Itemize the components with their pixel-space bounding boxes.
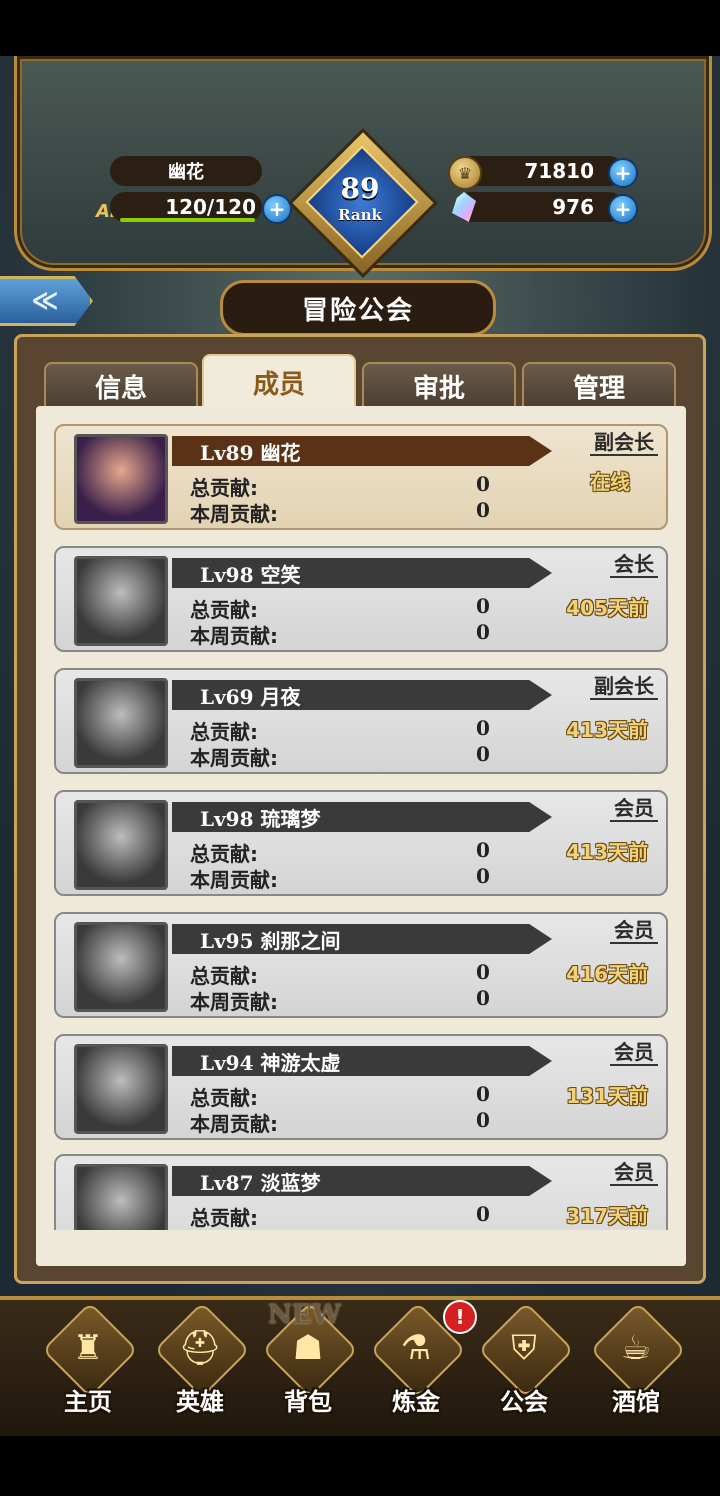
- tab-manage[interactable]: 管理: [522, 362, 676, 408]
- guild-shield-icon: ⛨: [511, 1328, 537, 1368]
- member-name: Lv87 淡蓝梦: [172, 1166, 552, 1196]
- total-contribution-value: 0: [476, 960, 490, 984]
- ap-bar: [120, 218, 255, 222]
- member-last-seen: 405天前: [566, 596, 648, 620]
- member-role: 会长: [610, 548, 658, 578]
- total-contribution-value: 0: [476, 472, 490, 496]
- list-bottom-fade: [36, 1230, 686, 1266]
- nav-label: 炼金: [392, 1388, 440, 1416]
- weekly-contribution-value: 0: [476, 1108, 490, 1132]
- total-contribution-label: 总贡献:: [190, 1086, 258, 1110]
- member-role: 会员: [610, 914, 658, 944]
- nav-tavern[interactable]: ☕ 酒馆: [586, 1301, 687, 1420]
- total-contribution-value: 0: [476, 594, 490, 618]
- nav-home[interactable]: ♜ 主页: [38, 1301, 139, 1420]
- nav-label: 背包: [284, 1388, 332, 1416]
- member-last-seen: 413天前: [566, 840, 648, 864]
- gold-plus-button[interactable]: +: [608, 158, 638, 188]
- tab-approval[interactable]: 审批: [362, 362, 516, 408]
- tab-members[interactable]: 成员: [202, 354, 356, 408]
- member-name: Lv98 空笑: [172, 558, 552, 588]
- gem-amount: 976: [456, 192, 624, 222]
- total-contribution-value: 0: [476, 1082, 490, 1106]
- weekly-contribution-value: 0: [476, 986, 490, 1010]
- member-name: Lv94 神游太虚: [172, 1046, 552, 1076]
- member-name: Lv69 月夜: [172, 680, 552, 710]
- member-role: 会员: [610, 1156, 658, 1186]
- rank-number: 89: [340, 172, 380, 205]
- weekly-contribution-label: 本周贡献:: [190, 990, 278, 1014]
- member-card[interactable]: Lv98 琉璃梦 会员 总贡献: 0 本周贡献: 0 413天前: [54, 790, 668, 896]
- member-last-seen: 131天前: [566, 1084, 648, 1108]
- member-role: 会员: [610, 1036, 658, 1066]
- nav-label: 英雄: [176, 1388, 224, 1416]
- nav-label: 公会: [500, 1388, 548, 1416]
- member-avatar: [74, 678, 168, 768]
- member-card[interactable]: Lv89 幽花 副会长 总贡献: 0 本周贡献: 0 在线: [54, 424, 668, 530]
- member-card[interactable]: Lv69 月夜 副会长 总贡献: 0 本周贡献: 0 413天前: [54, 668, 668, 774]
- total-contribution-value: 0: [476, 1202, 490, 1226]
- total-contribution-label: 总贡献:: [190, 964, 258, 988]
- member-last-seen: 317天前: [566, 1204, 648, 1228]
- ap-plus-button[interactable]: +: [262, 194, 292, 224]
- rank-label: Rank: [338, 206, 382, 224]
- beer-mug-icon: ☕: [620, 1328, 652, 1368]
- potion-icon: ⚗: [400, 1328, 432, 1368]
- weekly-contribution-value: 0: [476, 620, 490, 644]
- tab-info[interactable]: 信息: [44, 362, 198, 408]
- castle-icon: ♜: [72, 1328, 104, 1368]
- weekly-contribution-label: 本周贡献:: [190, 746, 278, 770]
- weekly-contribution-label: 本周贡献:: [190, 624, 278, 648]
- total-contribution-label: 总贡献:: [190, 598, 258, 622]
- helmet-icon: ⛑: [178, 1328, 222, 1368]
- nav-label: 主页: [64, 1388, 112, 1416]
- new-badge: NEW: [268, 1300, 341, 1330]
- total-contribution-label: 总贡献:: [190, 476, 258, 500]
- weekly-contribution-label: 本周贡献:: [190, 868, 278, 892]
- weekly-contribution-label: 本周贡献:: [190, 1112, 278, 1136]
- member-card[interactable]: Lv94 神游太虚 会员 总贡献: 0 本周贡献: 0 131天前: [54, 1034, 668, 1140]
- member-name: Lv98 琉璃梦: [172, 802, 552, 832]
- total-contribution-label: 总贡献:: [190, 720, 258, 744]
- coin-icon: ♛: [448, 156, 482, 190]
- total-contribution-label: 总贡献:: [190, 1206, 258, 1230]
- nav-guild[interactable]: ⛨ 公会: [474, 1301, 575, 1420]
- system-nav-area: [0, 1436, 720, 1496]
- member-role: 副会长: [590, 670, 658, 700]
- weekly-contribution-value: 0: [476, 864, 490, 888]
- weekly-contribution-value: 0: [476, 742, 490, 766]
- alert-badge: !: [443, 1300, 477, 1334]
- page-title: 冒险公会: [220, 280, 496, 336]
- backpack-icon: ☗: [292, 1328, 324, 1368]
- member-card[interactable]: Lv98 空笑 会长 总贡献: 0 本周贡献: 0 405天前: [54, 546, 668, 652]
- member-avatar: [74, 434, 168, 524]
- nav-heroes[interactable]: ⛑ 英雄: [150, 1301, 251, 1420]
- member-list[interactable]: Lv89 幽花 副会长 总贡献: 0 本周贡献: 0 在线 Lv98 空笑 会长…: [36, 406, 686, 1266]
- member-role: 副会长: [590, 426, 658, 456]
- member-status: 在线: [590, 470, 630, 494]
- member-last-seen: 413天前: [566, 718, 648, 742]
- member-avatar: [74, 556, 168, 646]
- member-avatar: [74, 1044, 168, 1134]
- member-avatar: [74, 800, 168, 890]
- back-button[interactable]: ≪: [0, 276, 93, 326]
- gem-plus-button[interactable]: +: [608, 194, 638, 224]
- nav-label: 酒馆: [612, 1388, 660, 1416]
- status-bar: [0, 0, 720, 56]
- member-name: Lv95 刹那之间: [172, 924, 552, 954]
- member-name: Lv89 幽花: [172, 436, 552, 466]
- weekly-contribution-label: 本周贡献:: [190, 502, 278, 526]
- member-last-seen: 416天前: [566, 962, 648, 986]
- total-contribution-value: 0: [476, 838, 490, 862]
- weekly-contribution-value: 0: [476, 498, 490, 522]
- total-contribution-value: 0: [476, 716, 490, 740]
- player-name: 幽花: [110, 156, 262, 186]
- member-role: 会员: [610, 792, 658, 822]
- member-avatar: [74, 922, 168, 1012]
- member-card[interactable]: Lv95 刹那之间 会员 总贡献: 0 本周贡献: 0 416天前: [54, 912, 668, 1018]
- total-contribution-label: 总贡献:: [190, 842, 258, 866]
